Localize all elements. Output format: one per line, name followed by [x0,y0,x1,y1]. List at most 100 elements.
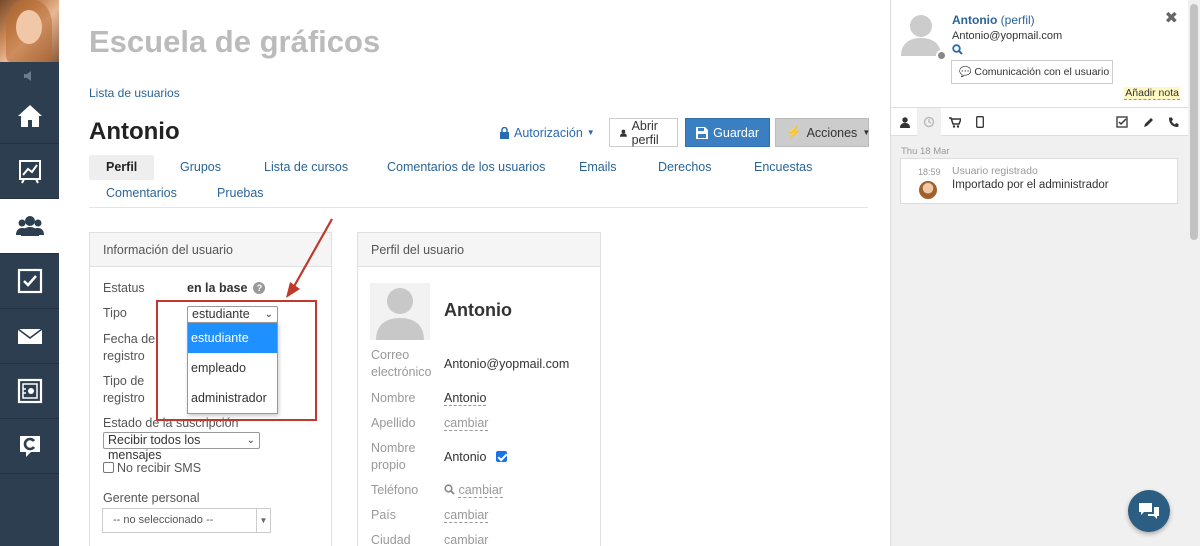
manager-label: Gerente personal [103,491,200,505]
save-button[interactable]: Guardar [685,118,770,147]
side-tab-cart[interactable] [943,108,967,136]
speaker-icon[interactable] [0,62,59,89]
subscription-select[interactable]: Recibir todos los mensajes ⌄ [103,432,260,462]
cart-icon [949,116,961,128]
reg-type-label-line2: registro [103,391,145,405]
close-icon[interactable]: ✖ [1165,8,1178,28]
tab-grupos[interactable]: Grupos [180,155,221,180]
reg-date-label-line1: Fecha de [103,332,156,346]
chevron-down-icon: ▼ [256,509,270,532]
caret-down-icon: ▼ [862,128,871,137]
sidebar-item-users[interactable] [0,199,59,254]
panel-title: Perfil del usuario [358,233,600,267]
city-value[interactable]: cambiar [444,533,489,546]
side-panel-header: Antonio (perfil) Antonio@yopmail.com 💬 C… [891,0,1188,108]
profile-picture[interactable] [370,283,430,340]
subscription-value: Recibir todos los mensajes [108,433,201,462]
tab-bar: Perfil Grupos Lista de cursos Comentario… [89,155,868,208]
side-tab-history[interactable] [917,108,941,136]
phone-label: Teléfono [371,483,419,497]
search-icon [444,484,455,495]
tab-encuestas[interactable]: Encuestas [754,155,812,180]
no-sms-option[interactable]: No recibir SMS [103,460,201,477]
first-name-value[interactable]: Antonio [444,391,487,406]
side-tab-user[interactable] [893,108,917,136]
side-profile-link[interactable]: (perfil) [1001,13,1035,27]
city-label: Ciudad [371,533,411,546]
phone-value[interactable]: cambiar [458,483,503,498]
open-profile-button[interactable]: Abrir perfil [608,118,679,147]
caret-down-icon: ▼ [586,128,595,137]
user-avatar[interactable] [0,0,59,62]
own-name-label: Nombre propio [371,440,415,474]
breadcrumb[interactable]: Lista de usuarios [89,86,180,100]
home-icon [17,105,42,127]
authorization-label: Autorización [514,125,583,140]
history-date: Thu 18 Mar [901,146,950,157]
phone-wrap: cambiar [444,483,503,498]
reg-type-label-line1: Tipo de [103,374,145,388]
side-user-name[interactable]: Antonio [952,13,997,27]
scrollbar-thumb[interactable] [1190,4,1198,240]
manager-select[interactable]: -- no seleccionado -- ▼ [102,508,271,533]
tab-comentarios[interactable]: Comentarios [106,181,177,206]
help-icon[interactable]: ? [253,282,266,294]
last-name-value[interactable]: cambiar [444,416,489,431]
reg-date-label: Fecha de registro [103,331,155,365]
tab-lista-cursos[interactable]: Lista de cursos [264,155,348,180]
authorization-dropdown[interactable]: Autorización ▼ [499,126,595,140]
tab-pruebas[interactable]: Pruebas [217,181,264,206]
user-side-panel: Antonio (perfil) Antonio@yopmail.com 💬 C… [890,0,1188,546]
search-icon[interactable] [952,44,963,55]
left-sidebar [0,0,59,546]
status-value-wrap: en la base? [187,281,266,295]
checkbox-icon [17,268,42,294]
sidebar-item-tasks[interactable] [0,254,59,309]
sidebar-item-home[interactable] [0,89,59,144]
no-sms-checkbox[interactable] [103,462,114,473]
side-user-name-wrap: Antonio (perfil) [952,13,1035,27]
own-name-label-line2: propio [371,458,406,472]
sidebar-item-mail[interactable] [0,309,59,364]
own-name-wrap: Antonio [444,450,510,464]
status-label: Estatus [103,281,145,295]
school-title: Escuela de gráficos [89,24,381,59]
add-note-link[interactable]: Añadir nota [1124,87,1180,100]
user-silhouette-icon [376,288,424,340]
side-tab-phone[interactable] [1161,108,1185,136]
status-dot [936,50,947,61]
side-tab-mobile[interactable] [968,108,992,136]
reg-date-label-line2: registro [103,349,145,363]
chat-bubbles-icon [1139,503,1159,519]
annotation-highlight-box [156,300,317,421]
tab-emails[interactable]: Emails [579,155,617,180]
side-tab-tasks[interactable] [1110,108,1134,136]
history-event-title: Usuario registrado [952,165,1038,177]
own-name-checkbox[interactable] [495,451,507,462]
chat-widget-button[interactable] [1128,490,1170,532]
side-tab-edit[interactable] [1136,108,1160,136]
first-name-label: Nombre [371,391,416,405]
page-title: Antonio [89,118,180,145]
tab-perfil[interactable]: Perfil [89,155,155,180]
sidebar-item-stats[interactable] [0,144,59,199]
actions-label: Acciones [806,125,858,140]
pencil-icon [1143,117,1153,127]
safe-icon [17,378,42,404]
sidebar-item-safe[interactable] [0,364,59,419]
tab-derechos[interactable]: Derechos [658,155,712,180]
page-scrollbar[interactable] [1188,0,1200,546]
type-label: Tipo [103,306,127,320]
country-value[interactable]: cambiar [444,508,489,523]
status-value: en la base [187,281,248,295]
sidebar-item-chat[interactable] [0,419,59,474]
communication-button[interactable]: 💬 Comunicación con el usuario [951,60,1113,84]
lock-icon [500,126,509,139]
history-event-text: Importado por el administrador [952,179,1109,191]
history-time: 18:59 [918,167,941,177]
actions-dropdown[interactable]: ⚡ Acciones ▼ [775,118,871,147]
country-label: País [371,508,397,522]
speech-bubbles-icon: 💬 [959,67,972,78]
tab-comentarios-usuarios[interactable]: Comentarios de los usuarios [387,155,545,180]
action-bar: Autorización ▼ Abrir perfil Guardar ⚡ Ac… [499,118,871,147]
